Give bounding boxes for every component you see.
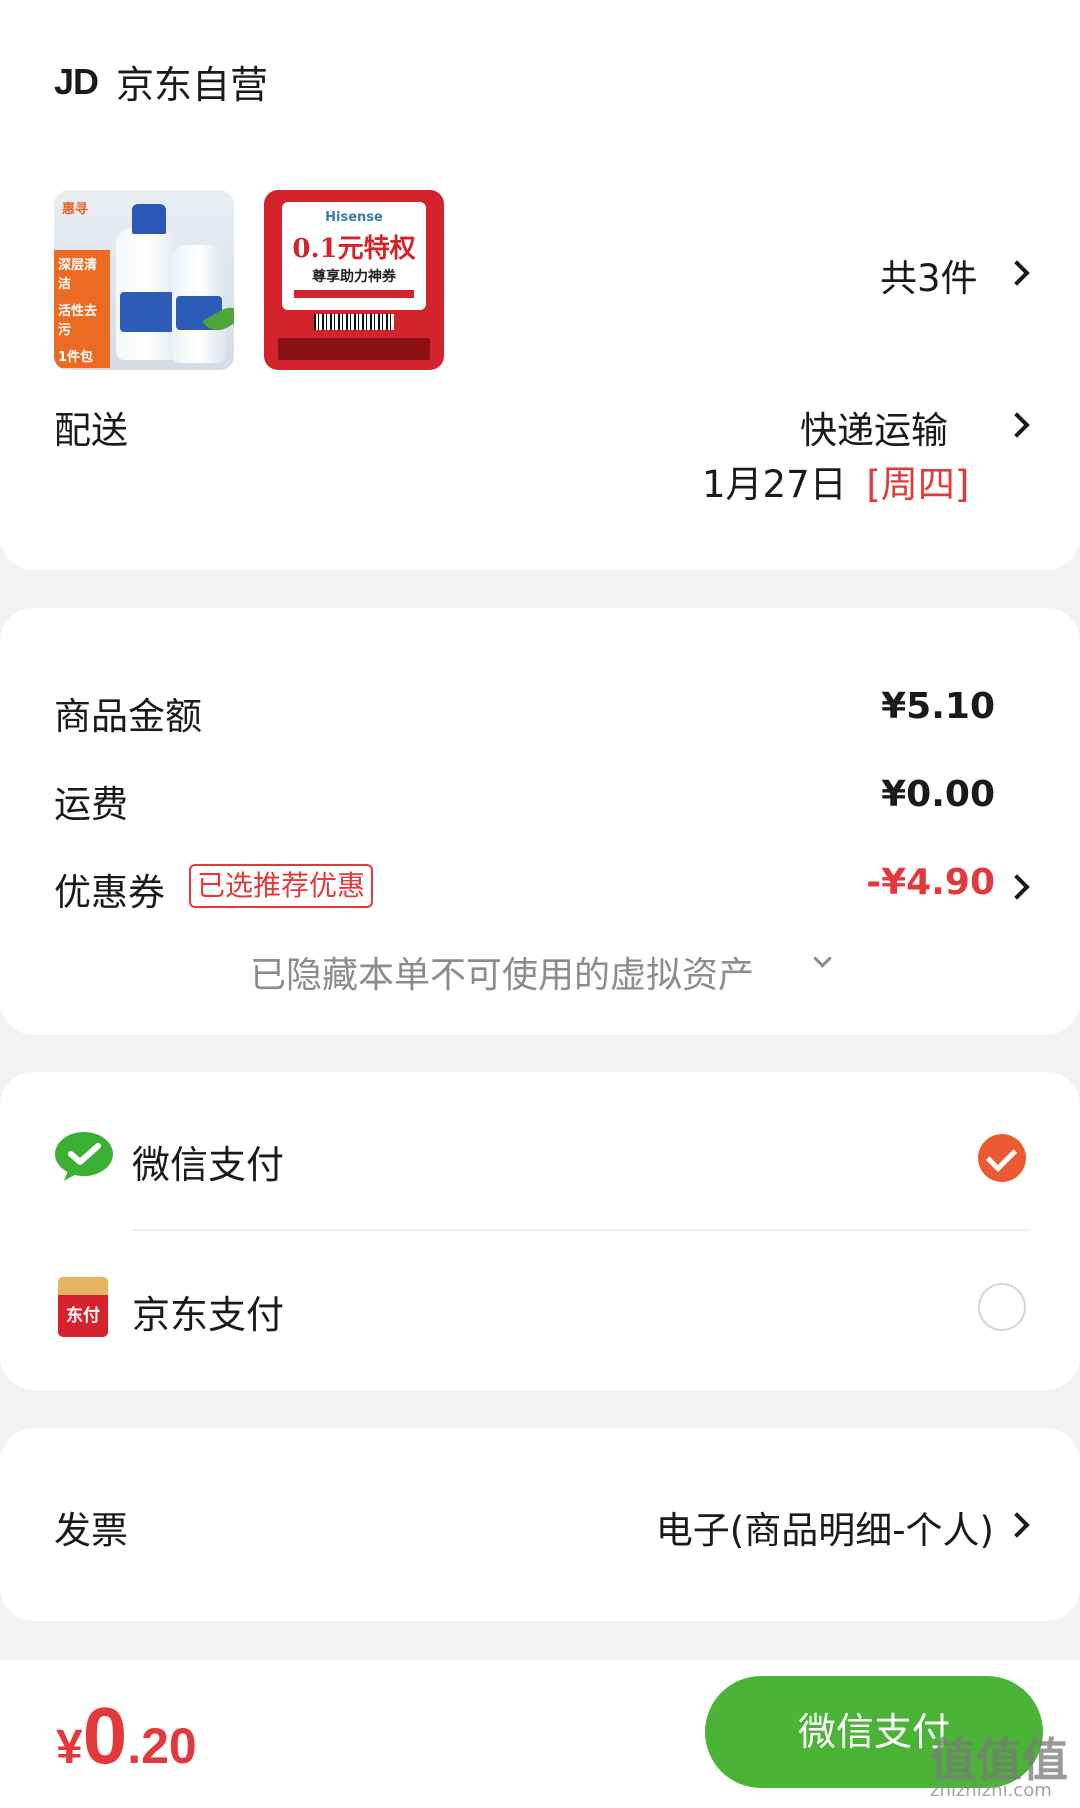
delivery-label: 配送: [54, 409, 128, 452]
payment-card: [0, 1072, 1080, 1390]
shipping-label: 运费: [54, 783, 128, 826]
goods-amount-value: ¥5.10: [881, 686, 995, 727]
product-tag-panel: 深层清洁 活性去污 1件包邮: [54, 250, 110, 370]
delivery-method[interactable]: 快递运输: [800, 400, 948, 454]
product-tag: 深层清洁: [58, 258, 98, 292]
currency-symbol: ¥: [56, 1721, 83, 1774]
total-integer: 0: [82, 1691, 128, 1780]
item-count[interactable]: 共3件: [880, 248, 978, 302]
goods-amount-label: 商品金额: [54, 695, 202, 738]
coupon-stripe: [294, 290, 414, 298]
product-brand-label: 惠寻: [62, 202, 89, 217]
delivery-date-row[interactable]: 1月27日 [周四]: [702, 454, 969, 508]
hisense-logo: Hisense: [325, 210, 383, 225]
store-header[interactable]: JD 京东自营: [54, 54, 268, 109]
coupon-recommended-badge: 已选推荐优惠: [189, 864, 374, 908]
coupon-value[interactable]: -¥4.90: [866, 862, 995, 903]
divider: [132, 1229, 1030, 1231]
check-icon: [985, 1140, 1018, 1173]
invoice-label: 发票: [54, 1509, 128, 1552]
bottle-label-image: [120, 292, 174, 332]
jd-pay-radio[interactable]: [978, 1283, 1026, 1331]
coupon-label: 优惠券: [54, 871, 165, 914]
invoice-value[interactable]: 电子(商品明细-个人): [656, 1500, 994, 1554]
wechat-pay-icon: [55, 1132, 113, 1181]
total-decimal: .20: [127, 1718, 197, 1774]
product-thumbnail-2[interactable]: Hisense 0.1元特权 尊享助力神券: [264, 190, 444, 370]
jd-pay-label[interactable]: 京东支付: [132, 1284, 284, 1339]
delivery-weekday: [周四]: [866, 463, 970, 506]
jd-logo: JD: [54, 60, 99, 102]
delivery-date: 1月27日: [702, 463, 847, 506]
coupon-footer-band: [278, 338, 430, 360]
coupon-subtitle: 尊享助力神券: [312, 269, 396, 285]
shipping-value: ¥0.00: [881, 774, 995, 815]
product-tag: 1件包邮: [58, 350, 94, 370]
barcode-image: [314, 314, 394, 330]
spray-cap-image: [132, 204, 166, 234]
wechat-pay-radio-checked[interactable]: [978, 1134, 1026, 1182]
product-thumbnail-1[interactable]: 惠寻 深层清洁 活性去污 1件包邮: [54, 190, 234, 370]
jd-pay-icon-text: 东付: [66, 1306, 100, 1326]
jd-pay-icon: 东付: [58, 1277, 108, 1337]
coupon-headline: 0.1元特权: [292, 234, 416, 264]
hidden-assets-toggle[interactable]: 已隐藏本单不可使用的虚拟资产: [250, 946, 754, 998]
product-tag: 活性去污: [58, 304, 98, 338]
watermark-url: zhizhizhi.com: [930, 1780, 1052, 1801]
wechat-pay-label[interactable]: 微信支付: [132, 1134, 284, 1189]
store-name: 京东自营: [116, 63, 269, 107]
total-amount: ¥0.20: [56, 1690, 197, 1782]
